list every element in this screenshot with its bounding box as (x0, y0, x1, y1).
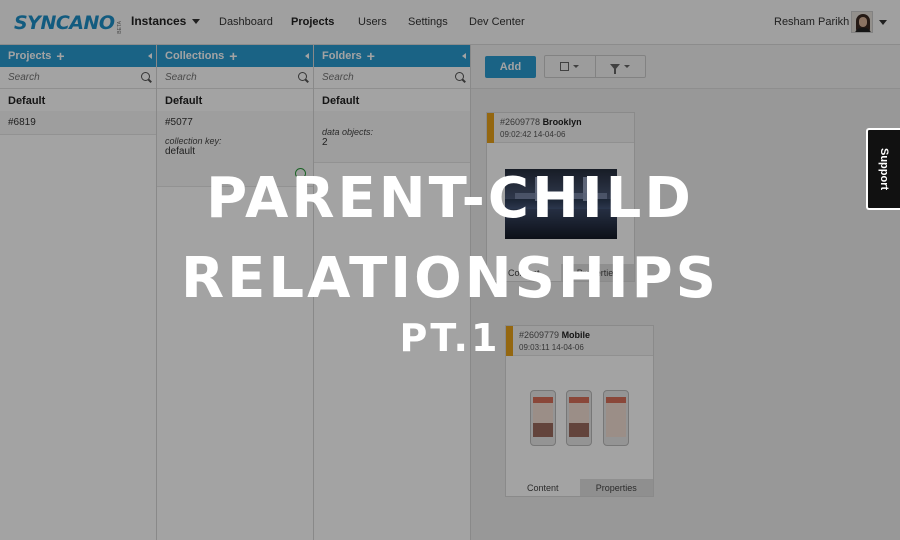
projects-column: Projects + Default #6819 (0, 45, 157, 540)
card-header: #2609779 Mobile 09:03:11 14-04-06 (506, 326, 653, 356)
projects-title: Projects (8, 50, 52, 62)
chevron-down-icon (192, 18, 201, 24)
toolbar: Add (471, 45, 900, 89)
project-id: #6819 (8, 117, 36, 128)
card-header: #2609778 Brooklyn 09:02:42 14-04-06 (487, 113, 634, 143)
search-icon[interactable] (455, 72, 464, 81)
collections-header: Collections + (157, 45, 313, 67)
collapse-arrow-icon[interactable] (462, 53, 466, 59)
add-project-plus-icon[interactable]: + (56, 49, 64, 63)
data-objects-area: Add #2609778 Brooklyn 09:02:42 14-04-06 (471, 45, 900, 540)
projects-search-input[interactable] (8, 72, 128, 83)
card-title: #2609779 Mobile (519, 330, 591, 340)
folders-search (314, 67, 470, 89)
tab-properties[interactable]: Properties (560, 264, 634, 281)
brooklyn-photo (505, 169, 617, 239)
folders-title: Folders (322, 50, 362, 62)
select-view-button[interactable] (545, 56, 596, 77)
add-folder-plus-icon[interactable]: + (367, 49, 375, 63)
nav-link-dev-center[interactable]: Dev Center (469, 16, 525, 28)
collections-search-input[interactable] (165, 72, 285, 83)
data-object-card[interactable]: #2609778 Brooklyn 09:02:42 14-04-06 Cont… (486, 112, 635, 282)
collections-group-label: Default (165, 95, 203, 107)
collections-title: Collections (165, 50, 225, 62)
data-object-card[interactable]: #2609779 Mobile 09:03:11 14-04-06 Conten… (505, 325, 654, 497)
phone-screenshot (566, 390, 592, 446)
nav-link-dashboard[interactable]: Dashboard (219, 16, 273, 28)
filter-icon (610, 63, 621, 74)
support-label: Support (878, 147, 890, 191)
data-objects-label: data objects: (322, 127, 374, 137)
avatar[interactable] (851, 11, 873, 33)
nav-link-users[interactable]: Users (358, 16, 387, 28)
card-marker (506, 326, 513, 356)
logo-text: SYNCANO (14, 12, 115, 34)
collection-id: #5077 (165, 117, 193, 128)
projects-header: Projects + (0, 45, 156, 67)
view-filter-group (544, 55, 646, 78)
card-tabs: Content Properties (487, 264, 634, 281)
project-list-item[interactable]: #6819 (0, 111, 156, 135)
projects-search (0, 67, 156, 89)
instances-dropdown[interactable]: Instances (131, 14, 201, 28)
collapse-arrow-icon[interactable] (148, 53, 152, 59)
nav-link-projects[interactable]: Projects (291, 16, 334, 28)
collapse-arrow-icon[interactable] (305, 53, 309, 59)
phone-screenshot (603, 390, 629, 446)
checkbox-square-icon (560, 62, 570, 71)
nav-link-settings[interactable]: Settings (408, 16, 448, 28)
card-marker (487, 113, 494, 143)
beta-badge: BETA (116, 21, 123, 34)
card-timestamp: 09:02:42 14-04-06 (500, 130, 566, 139)
chevron-down-icon (624, 65, 631, 68)
projects-group-label: Default (8, 95, 46, 107)
folders-column: Folders + Default data objects: 2 (314, 45, 471, 540)
phone-screenshot (530, 390, 556, 446)
search-icon[interactable] (298, 72, 307, 81)
user-menu-chevron-icon[interactable] (879, 20, 887, 25)
add-button[interactable]: Add (485, 56, 536, 78)
user-name[interactable]: Resham Parikh (774, 16, 849, 28)
tab-properties[interactable]: Properties (579, 479, 653, 496)
folders-group-label: Default (322, 95, 360, 107)
cursor-ring (295, 168, 306, 179)
top-navigation: SYNCANO BETA Instances Dashboard Project… (0, 0, 900, 45)
card-tabs: Content Properties (506, 479, 653, 496)
data-objects-count: 2 (322, 137, 328, 148)
instances-label: Instances (131, 14, 187, 28)
folders-search-input[interactable] (322, 72, 442, 83)
search-icon[interactable] (141, 72, 150, 81)
support-tab[interactable]: Support (866, 128, 900, 210)
card-timestamp: 09:03:11 14-04-06 (519, 343, 584, 352)
folder-list-item[interactable]: data objects: 2 (314, 111, 470, 163)
collections-column: Collections + Default #5077 collection k… (157, 45, 314, 540)
add-collection-plus-icon[interactable]: + (229, 49, 237, 63)
collections-search (157, 67, 313, 89)
collection-list-item[interactable]: #5077 collection key: default (157, 111, 313, 187)
syncano-logo[interactable]: SYNCANO BETA (14, 12, 123, 34)
filter-button[interactable] (596, 56, 646, 77)
chevron-down-icon (573, 65, 580, 68)
tab-content[interactable]: Content (506, 479, 580, 496)
collection-key-label: collection key: (165, 136, 222, 146)
tab-content[interactable]: Content (487, 264, 561, 281)
folders-header: Folders + (314, 45, 470, 67)
card-title: #2609778 Brooklyn (500, 117, 582, 127)
collection-key-value: default (165, 146, 196, 157)
